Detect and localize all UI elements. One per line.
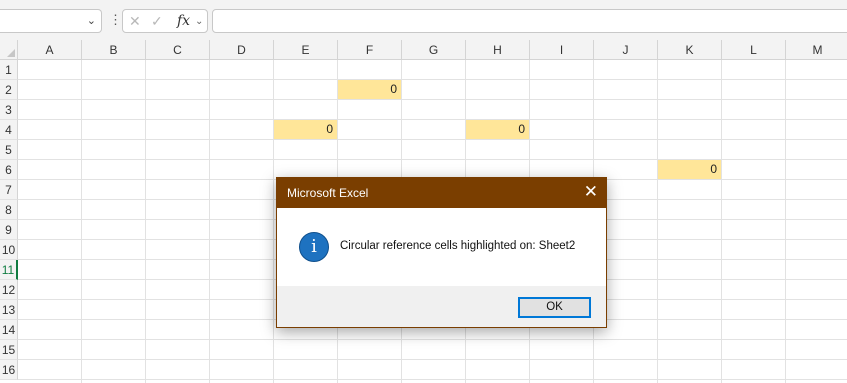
chevron-down-icon[interactable]: ⌄	[195, 16, 203, 27]
gridline-horizontal	[18, 359, 847, 360]
gridline-horizontal	[18, 99, 847, 100]
cancel-icon[interactable]: ✕	[129, 13, 141, 30]
gridline-vertical	[273, 60, 274, 383]
cell-h4[interactable]: 0	[466, 120, 529, 139]
column-header-l[interactable]: L	[722, 40, 786, 60]
gridline-horizontal	[18, 79, 847, 80]
column-header-b[interactable]: B	[82, 40, 146, 60]
cell-k6[interactable]: 0	[658, 160, 721, 179]
insert-function-icon[interactable]: fx	[177, 13, 190, 29]
column-header-c[interactable]: C	[146, 40, 210, 60]
row-header-3[interactable]: 3	[0, 100, 18, 120]
row-header-10[interactable]: 10	[0, 240, 18, 260]
gridline-vertical	[209, 60, 210, 383]
row-header-2[interactable]: 2	[0, 80, 18, 100]
formula-bar: ⌄ ⋮ ✕ ✓ fx ⌄	[0, 0, 847, 40]
select-all-corner[interactable]	[0, 40, 18, 60]
dialog-title-bar[interactable]: Microsoft Excel ✕	[277, 178, 606, 208]
dialog-title: Microsoft Excel	[287, 186, 369, 200]
column-header-i[interactable]: I	[530, 40, 594, 60]
row-header-16[interactable]: 16	[0, 360, 18, 380]
ok-button[interactable]: OK	[518, 297, 591, 318]
gridline-horizontal	[18, 139, 847, 140]
row-header-12[interactable]: 12	[0, 280, 18, 300]
row-header-14[interactable]: 14	[0, 320, 18, 340]
gridline-horizontal	[18, 159, 847, 160]
row-header-5[interactable]: 5	[0, 140, 18, 160]
cell-e4[interactable]: 0	[274, 120, 337, 139]
formula-buttons: ✕ ✓ fx ⌄	[122, 9, 208, 33]
row-header-13[interactable]: 13	[0, 300, 18, 320]
column-header-m[interactable]: M	[786, 40, 847, 60]
gridline-vertical	[657, 60, 658, 383]
name-box[interactable]: ⌄	[0, 9, 102, 33]
close-icon[interactable]: ✕	[584, 183, 598, 201]
gridline-vertical	[81, 60, 82, 383]
cell-f2[interactable]: 0	[338, 80, 401, 99]
row-header-1[interactable]: 1	[0, 60, 18, 80]
dialog-body: i Circular reference cells highlighted o…	[277, 208, 606, 286]
column-header-e[interactable]: E	[274, 40, 338, 60]
column-header-k[interactable]: K	[658, 40, 722, 60]
gridline-horizontal	[18, 339, 847, 340]
chevron-down-icon[interactable]: ⌄	[87, 14, 96, 27]
gridline-vertical	[145, 60, 146, 383]
dialog-footer: OK	[277, 286, 606, 327]
row-header-9[interactable]: 9	[0, 220, 18, 240]
info-icon: i	[299, 232, 329, 262]
message-dialog: Microsoft Excel ✕ i Circular reference c…	[276, 177, 607, 328]
gridline-vertical	[721, 60, 722, 383]
row-header-7[interactable]: 7	[0, 180, 18, 200]
row-header-8[interactable]: 8	[0, 200, 18, 220]
gridline-vertical	[785, 60, 786, 383]
row-header-6[interactable]: 6	[0, 160, 18, 180]
more-vertical-icon[interactable]: ⋮	[109, 12, 122, 28]
row-header-4[interactable]: 4	[0, 120, 18, 140]
column-header-f[interactable]: F	[338, 40, 402, 60]
row-header-15[interactable]: 15	[0, 340, 18, 360]
gridline-horizontal	[18, 379, 847, 380]
gridline-horizontal	[18, 119, 847, 120]
column-header-h[interactable]: H	[466, 40, 530, 60]
row-header-11[interactable]: 11	[0, 260, 18, 280]
column-header-a[interactable]: A	[18, 40, 82, 60]
column-header-g[interactable]: G	[402, 40, 466, 60]
formula-input[interactable]	[212, 9, 847, 33]
column-header-j[interactable]: J	[594, 40, 658, 60]
check-icon[interactable]: ✓	[151, 13, 163, 30]
dialog-message: Circular reference cells highlighted on:…	[340, 240, 576, 252]
column-header-d[interactable]: D	[210, 40, 274, 60]
